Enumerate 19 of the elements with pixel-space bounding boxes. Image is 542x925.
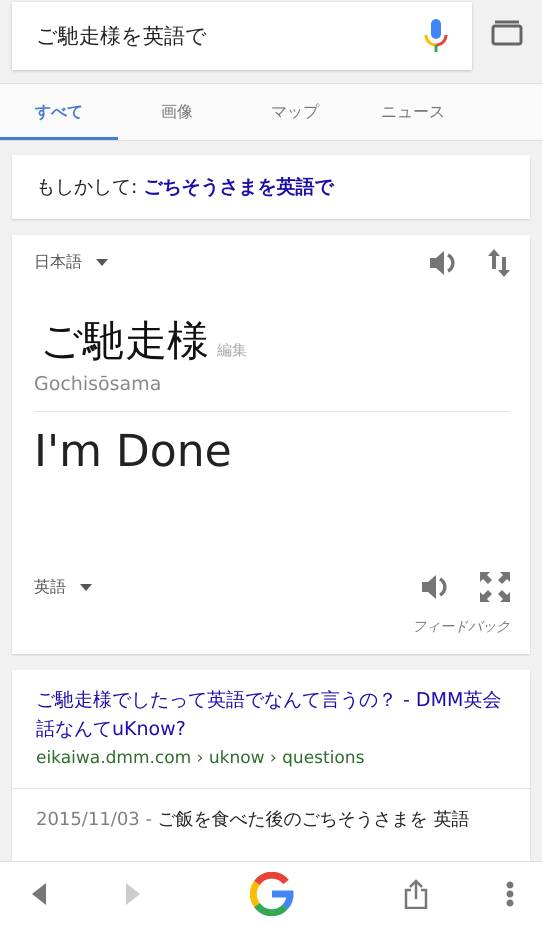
tab[interactable]: 画像 bbox=[118, 84, 236, 140]
result-date: 2015/11/03 - bbox=[36, 809, 152, 830]
translation-text: I'm Done bbox=[34, 426, 233, 477]
suggestion-link[interactable]: ごちそうさまを英語で bbox=[143, 174, 334, 200]
feedback-link[interactable]: フィードバック bbox=[412, 618, 510, 636]
result-title-link[interactable]: ご馳走様でしたって英語でなんて言うの？ - DMM英会話なんてuKnow? bbox=[36, 686, 506, 744]
tab[interactable]: すべて bbox=[0, 84, 118, 140]
source-text: ご馳走様 bbox=[40, 314, 209, 367]
search-query: ご馳走様を英語で bbox=[36, 23, 207, 50]
tab[interactable]: マップ bbox=[236, 84, 354, 140]
tab[interactable]: ニュース bbox=[354, 84, 472, 140]
romanization: Gochisōsama bbox=[34, 372, 162, 395]
suggestion-prefix: もしかして: bbox=[36, 175, 138, 200]
source-language-dropdown[interactable]: 日本語 bbox=[34, 252, 108, 274]
result-url: eikaiwa.dmm.com › uknow › questions bbox=[36, 748, 366, 768]
edit-link[interactable]: 編集 bbox=[217, 340, 247, 360]
result-snippet: ご飯を食べた後のごちそうさまを 英語 bbox=[158, 809, 470, 830]
target-language-dropdown[interactable]: 英語 bbox=[34, 576, 92, 598]
search-field[interactable]: ご馳走様を英語で bbox=[12, 2, 472, 70]
